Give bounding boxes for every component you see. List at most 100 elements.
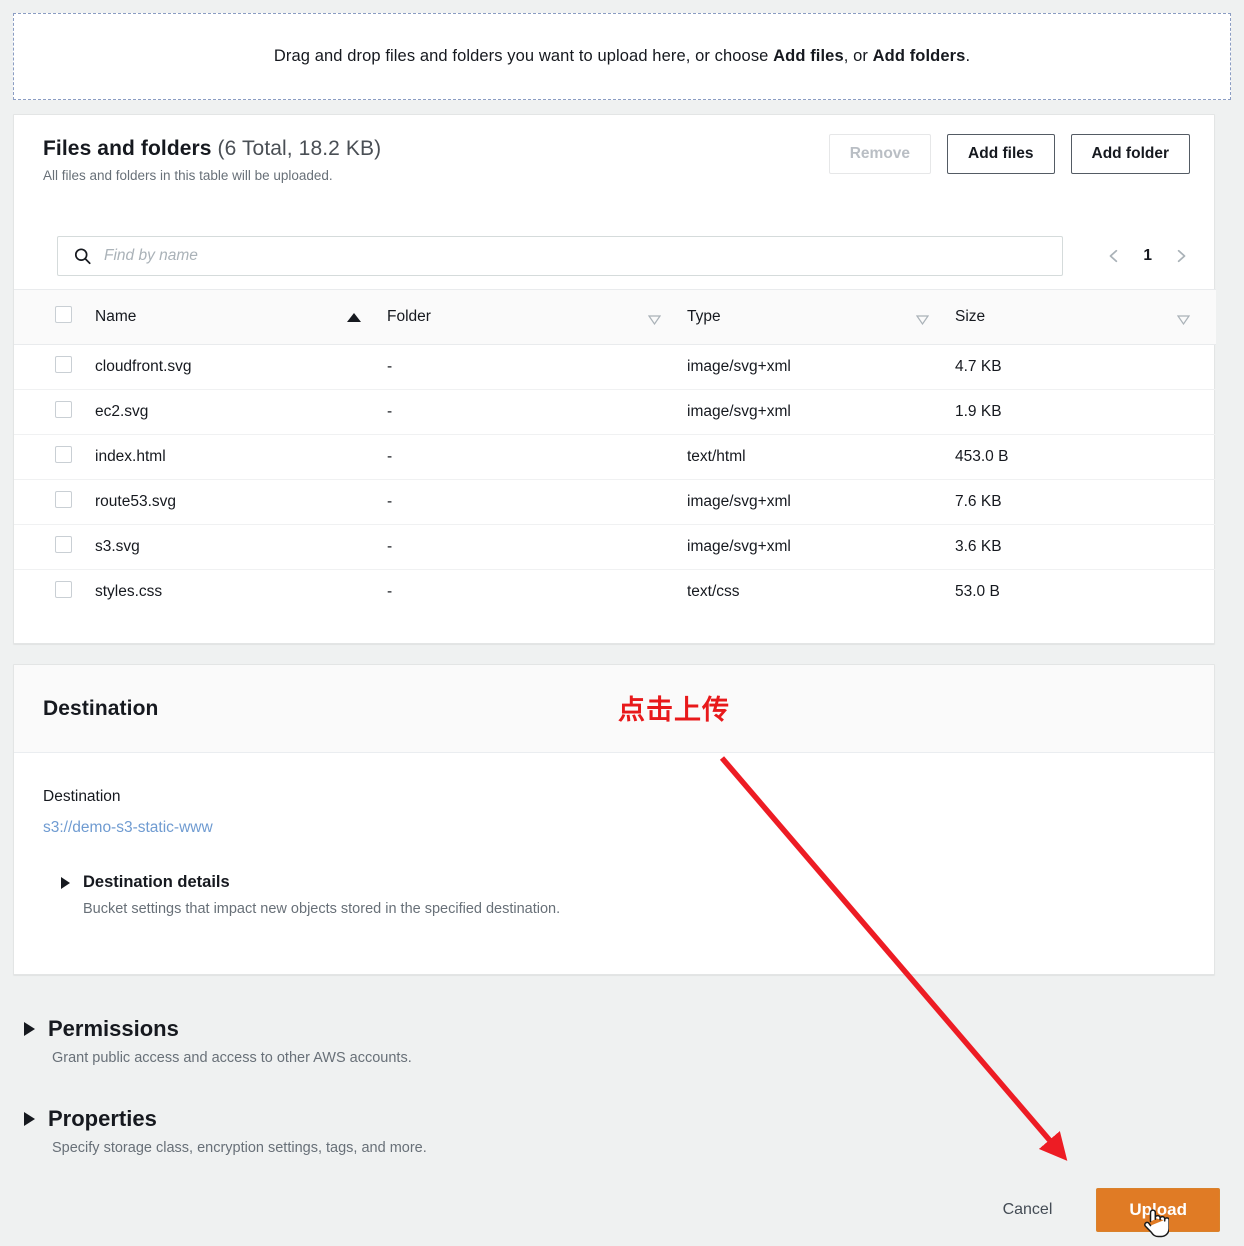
row-select-cell (14, 570, 95, 615)
header-label-name: Name (95, 308, 137, 325)
row-folder: - (387, 358, 393, 375)
files-table-header: Name Folder Type Size (14, 289, 1216, 345)
header-column-size[interactable]: Size (955, 289, 1216, 345)
form-footer: Cancel Upload (1003, 1188, 1220, 1232)
row-select-cell (14, 480, 95, 525)
row-checkbox[interactable] (55, 581, 72, 599)
row-checkbox[interactable] (55, 446, 72, 463)
row-name: ec2.svg (95, 403, 149, 420)
add-folder-button[interactable]: Add folder (1070, 134, 1190, 174)
chevron-right-icon[interactable] (1174, 249, 1188, 263)
dropzone-text-mid: , or (843, 47, 873, 65)
row-checkbox[interactable] (55, 491, 72, 508)
dropzone-text-prefix: Drag and drop files and folders you want… (273, 47, 774, 65)
search-input[interactable] (104, 247, 1062, 265)
files-total-count: (6 Total, 18.2 KB) (217, 137, 382, 160)
header-label-size: Size (955, 308, 986, 325)
row-select-cell (14, 345, 95, 390)
header-select-all (14, 289, 95, 345)
pagination-page-1[interactable]: 1 (1143, 247, 1152, 265)
row-name: cloudfront.svg (95, 358, 192, 375)
row-size: 4.7 KB (955, 358, 1002, 375)
search-icon (74, 248, 91, 265)
header-column-name[interactable]: Name (95, 289, 387, 345)
header-label-type: Type (687, 308, 721, 325)
destination-details-description: Bucket settings that impact new objects … (83, 901, 561, 917)
row-folder: - (387, 583, 393, 601)
row-checkbox[interactable] (55, 401, 72, 418)
row-name: s3.svg (95, 538, 140, 555)
row-folder: - (387, 538, 393, 555)
row-size: 1.9 KB (955, 403, 1002, 420)
header-column-type[interactable]: Type (687, 289, 955, 345)
row-select-cell (14, 435, 95, 480)
permissions-toggle[interactable]: Permissions (24, 1016, 412, 1042)
files-panel-header: Files and folders (6 Total, 18.2 KB) All… (14, 115, 1214, 223)
table-pagination: 1 (1107, 247, 1188, 265)
cancel-button[interactable]: Cancel (1003, 1201, 1053, 1219)
triangle-down-hollow-icon[interactable] (915, 312, 930, 326)
row-select-cell (14, 390, 95, 435)
row-select-cell (14, 525, 95, 570)
files-table-body: cloudfront.svg - image/svg+xml 4.7 KB ec2.sv… (14, 345, 1216, 615)
destination-bucket-link[interactable]: s3://demo-s3-static-www (43, 819, 213, 837)
dropzone-text-suffix: . (965, 47, 971, 65)
destination-field-label: Destination (43, 788, 121, 805)
header-label-folder: Folder (387, 308, 431, 325)
search-box[interactable] (57, 236, 1063, 276)
row-name: index.html (95, 448, 166, 465)
row-type: image/svg+xml (687, 538, 791, 555)
permissions-title: Permissions (48, 1016, 179, 1041)
file-dropzone[interactable]: Drag and drop files and folders you want… (13, 13, 1231, 100)
destination-heading: Destination (43, 696, 159, 720)
destination-panel: Destination Destination s3://demo-s3-sta… (13, 664, 1215, 975)
destination-details-expander: Destination details Bucket settings that… (43, 873, 1185, 917)
row-type: image/svg+xml (687, 493, 791, 510)
files-and-folders-panel: Files and folders (6 Total, 18.2 KB) All… (13, 114, 1216, 644)
row-folder: - (387, 403, 393, 420)
row-folder: - (387, 493, 393, 510)
table-row[interactable]: ec2.svg - image/svg+xml 1.9 KB (14, 390, 1216, 435)
row-name: styles.css (95, 583, 163, 601)
properties-title: Properties (48, 1106, 157, 1131)
table-header-row: Name Folder Type Size (14, 289, 1216, 345)
table-row[interactable]: index.html - text/html 453.0 B (14, 435, 1216, 480)
upload-page: Drag and drop files and folders you want… (0, 0, 1244, 1246)
permissions-expander: Permissions Grant public access and acce… (24, 1016, 412, 1066)
destination-panel-header: Destination (14, 665, 1214, 753)
triangle-down-hollow-icon[interactable] (647, 312, 662, 326)
upload-button[interactable]: Upload (1096, 1188, 1220, 1232)
header-column-folder[interactable]: Folder (387, 289, 687, 345)
dropzone-instructions: Drag and drop files and folders you want… (274, 47, 970, 66)
properties-description: Specify storage class, encryption settin… (52, 1140, 427, 1156)
dropzone-add-folders-emphasis: Add folders (872, 47, 966, 65)
table-row[interactable]: s3.svg - image/svg+xml 3.6 KB (14, 525, 1216, 570)
select-all-checkbox[interactable] (55, 306, 72, 323)
row-size: 3.6 KB (955, 538, 1002, 555)
remove-button[interactable]: Remove (828, 134, 932, 174)
triangle-down-hollow-icon[interactable] (1176, 312, 1191, 326)
permissions-description: Grant public access and access to other … (52, 1050, 412, 1066)
properties-expander: Properties Specify storage class, encryp… (24, 1106, 427, 1156)
annotation-label: 点击上传 (618, 695, 730, 726)
files-panel-actions: Remove Add files Add folder (828, 134, 1190, 174)
row-type: text/css (687, 583, 740, 601)
table-row[interactable]: styles.css - text/css 53.0 B (14, 570, 1216, 615)
row-type: text/html (687, 448, 746, 465)
row-folder: - (387, 448, 393, 465)
files-search-row: 1 (14, 223, 1214, 289)
destination-details-toggle[interactable]: Destination details (61, 873, 1185, 892)
properties-toggle[interactable]: Properties (24, 1106, 427, 1132)
table-row[interactable]: cloudfront.svg - image/svg+xml 4.7 KB (14, 345, 1216, 390)
row-name: route53.svg (95, 493, 176, 510)
row-checkbox[interactable] (55, 536, 72, 553)
files-table: Name Folder Type Size cloudfront.svg - i… (14, 289, 1216, 615)
destination-details-title: Destination details (83, 873, 230, 891)
add-files-button[interactable]: Add files (947, 134, 1055, 174)
row-size: 453.0 B (955, 448, 1009, 465)
table-row[interactable]: route53.svg - image/svg+xml 7.6 KB (14, 480, 1216, 525)
chevron-left-icon[interactable] (1107, 249, 1121, 263)
files-title-text: Files and folders (43, 137, 212, 160)
row-checkbox[interactable] (55, 356, 72, 373)
triangle-up-filled-icon[interactable] (347, 312, 361, 322)
